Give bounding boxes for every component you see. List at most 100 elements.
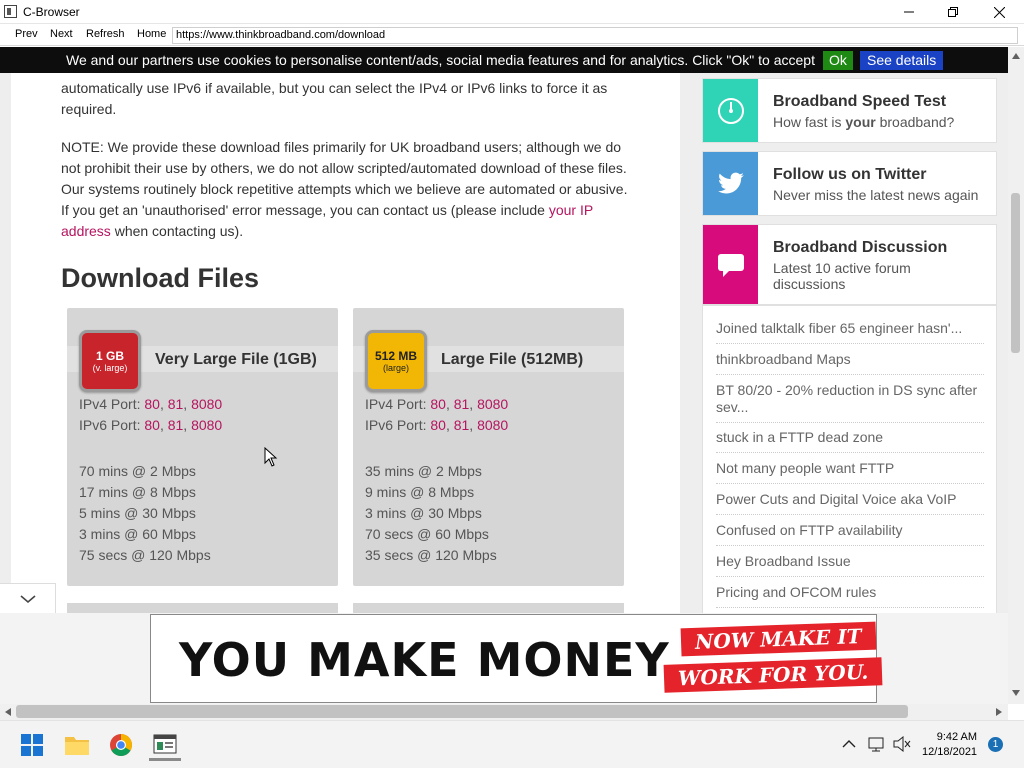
close-icon xyxy=(993,6,1005,18)
forum-topic-link[interactable]: Hey Broadband Issue xyxy=(716,553,984,577)
maximize-button[interactable] xyxy=(930,0,976,24)
chevron-up-icon[interactable] xyxy=(842,739,856,749)
forum-topic-link[interactable]: stuck in a FTTP dead zone xyxy=(716,429,984,453)
note-line: address when contacting us). xyxy=(61,221,628,242)
ipv6-paragraph: automatically use IPv6 if available, but… xyxy=(61,78,607,120)
cookie-ok-button[interactable]: Ok xyxy=(823,51,853,70)
ipv4-label: IPv4 Port: xyxy=(365,396,431,412)
port-link-81[interactable]: 81 xyxy=(168,417,184,433)
close-button[interactable] xyxy=(976,0,1022,24)
ad-banner-area: YOU MAKE MONEY. NOW MAKE IT WORK FOR YOU… xyxy=(0,613,1008,704)
clock-date: 12/18/2021 xyxy=(922,746,978,758)
app-icon xyxy=(4,5,17,18)
forum-topic-link[interactable]: Pricing and OFCOM rules xyxy=(716,584,984,608)
network-icon[interactable] xyxy=(867,736,887,752)
port-link-80[interactable]: 80 xyxy=(430,417,446,433)
port-link-8080[interactable]: 8080 xyxy=(477,396,508,412)
note-line: NOTE: We provide these download files pr… xyxy=(61,139,622,155)
ipv4-ports: IPv4 Port: 80, 81, 8080 xyxy=(79,396,223,412)
twitter-widget[interactable]: Follow us on Twitter Never miss the late… xyxy=(702,151,997,216)
ipv4-ports: IPv4 Port: 80, 81, 8080 xyxy=(365,396,509,412)
widget-title: Broadband Discussion xyxy=(773,239,948,256)
download-card-next xyxy=(353,603,624,613)
refresh-button[interactable]: Refresh xyxy=(86,28,125,40)
note-text: when contacting us). xyxy=(110,223,244,239)
download-files-heading: Download Files xyxy=(61,263,260,293)
notification-badge[interactable]: 1 xyxy=(988,737,1003,752)
port-link-80[interactable]: 80 xyxy=(144,396,160,412)
vertical-scroll-thumb[interactable] xyxy=(1011,193,1020,353)
forum-topic-link[interactable]: Not many people want FTTP xyxy=(716,460,984,484)
badge-size: 512 MB xyxy=(374,348,418,363)
download-time: 35 mins @ 2 Mbps xyxy=(365,463,482,479)
main-content: automatically use IPv6 if available, but… xyxy=(11,73,680,613)
navigation-bar: Prev Next Refresh Home https://www.think… xyxy=(0,25,1024,46)
download-time: 70 mins @ 2 Mbps xyxy=(79,463,196,479)
note-line: Our systems routinely block repetitive a… xyxy=(61,181,628,197)
chrome-button[interactable] xyxy=(105,729,137,761)
system-clock[interactable]: 9:42 AM 12/18/2021 xyxy=(922,730,977,760)
prev-button[interactable]: Prev xyxy=(15,28,38,40)
ad-banner[interactable]: YOU MAKE MONEY. NOW MAKE IT WORK FOR YOU… xyxy=(150,614,883,703)
port-link-80[interactable]: 80 xyxy=(430,396,446,412)
folder-icon xyxy=(65,737,89,755)
port-link-81[interactable]: 81 xyxy=(168,396,184,412)
forum-topic-link[interactable]: Joined talktalk fiber 65 engineer hasn'.… xyxy=(716,320,984,344)
port-link-8080[interactable]: 8080 xyxy=(191,417,222,433)
vertical-scrollbar[interactable] xyxy=(1008,47,1024,704)
address-bar[interactable]: https://www.thinkbroadband.com/download xyxy=(172,27,1018,44)
download-time: 5 mins @ 30 Mbps xyxy=(79,505,196,521)
chat-bubble-icon xyxy=(703,225,758,304)
port-link-8080[interactable]: 8080 xyxy=(191,396,222,412)
collapse-toggle[interactable] xyxy=(0,583,56,613)
twitter-icon xyxy=(703,152,758,215)
badge-size: 1 GB xyxy=(95,348,124,363)
sidebar: Broadband Speed Test How fast is your br… xyxy=(702,73,997,613)
forum-topic-link[interactable]: Power Cuts and Digital Voice aka VoIP xyxy=(716,491,984,515)
ipv6-ports: IPv6 Port: 80, 81, 8080 xyxy=(365,417,509,433)
download-time: 9 mins @ 8 Mbps xyxy=(365,484,475,500)
scroll-down-icon[interactable] xyxy=(1012,690,1020,696)
scroll-up-icon[interactable] xyxy=(1012,53,1020,59)
port-link-81[interactable]: 81 xyxy=(454,396,470,412)
minimize-button[interactable] xyxy=(886,0,932,24)
home-button[interactable]: Home xyxy=(137,28,166,40)
scroll-left-icon[interactable] xyxy=(5,708,11,716)
forum-topic-link[interactable]: BT 80/20 - 20% reduction in DS sync afte… xyxy=(716,382,984,423)
file-explorer-button[interactable] xyxy=(61,729,93,761)
minimize-icon xyxy=(904,11,914,13)
volume-muted-icon[interactable] xyxy=(893,736,911,752)
cookie-details-button[interactable]: See details xyxy=(860,51,944,70)
ad-strip: NOW MAKE IT xyxy=(680,621,877,657)
download-time: 70 secs @ 60 Mbps xyxy=(365,526,489,542)
taskbar: 9:42 AM 12/18/2021 1 xyxy=(0,720,1024,768)
subtitle-text: broadband? xyxy=(875,114,955,130)
c-browser-taskbar-button[interactable] xyxy=(149,729,181,761)
port-link-80[interactable]: 80 xyxy=(144,417,160,433)
note-text: If you get an 'unauthorised' error messa… xyxy=(61,202,549,218)
widget-title: Follow us on Twitter xyxy=(773,166,927,183)
discussion-widget[interactable]: Broadband Discussion Latest 10 active fo… xyxy=(702,224,997,305)
chevron-down-icon xyxy=(19,594,36,603)
speed-test-widget[interactable]: Broadband Speed Test How fast is your br… xyxy=(702,78,997,143)
forum-topic-link[interactable]: Confused on FTTP availability xyxy=(716,522,984,546)
card-title: Very Large File (1GB) xyxy=(155,351,317,368)
note-line: not prohibit their use by others, we do … xyxy=(61,160,627,176)
start-button[interactable] xyxy=(16,729,48,761)
port-link-8080[interactable]: 8080 xyxy=(477,417,508,433)
ipv6-line: automatically use IPv6 if available, but… xyxy=(61,80,608,96)
widget-subtitle: Never miss the latest news again xyxy=(773,187,979,203)
file-size-badge: 1 GB (v. large) xyxy=(79,330,141,392)
page-viewport: automatically use IPv6 if available, but… xyxy=(0,73,1008,613)
your-ip-link[interactable]: your IP xyxy=(549,202,593,218)
download-card-512mb: 512 MB (large) Large File (512MB) IPv4 P… xyxy=(353,308,624,586)
scroll-right-icon[interactable] xyxy=(996,708,1002,716)
chrome-icon xyxy=(110,734,132,756)
ipv6-ports: IPv6 Port: 80, 81, 8080 xyxy=(79,417,223,433)
address-link[interactable]: address xyxy=(61,223,111,239)
next-button[interactable]: Next xyxy=(50,28,73,40)
subtitle-text: How fast is xyxy=(773,114,846,130)
horizontal-scroll-thumb[interactable] xyxy=(16,705,908,718)
port-link-81[interactable]: 81 xyxy=(454,417,470,433)
forum-topic-link[interactable]: thinkbroadband Maps xyxy=(716,351,984,375)
